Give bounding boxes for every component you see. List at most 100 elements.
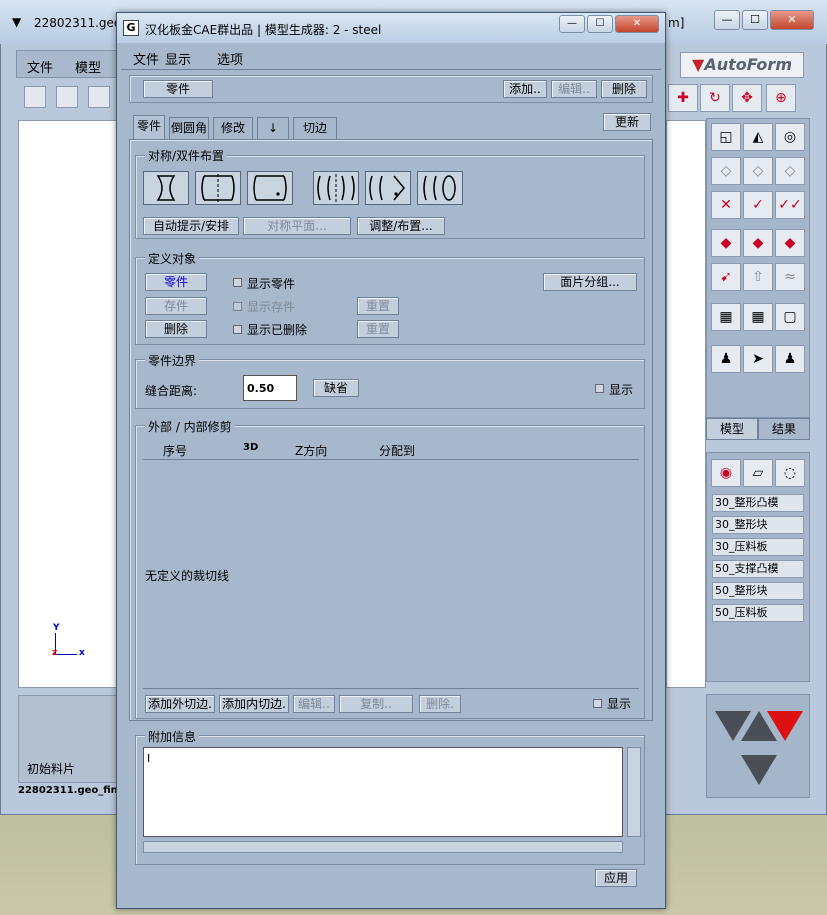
update-button[interactable]: 更新	[603, 113, 651, 131]
app-icon: ▼	[12, 15, 22, 29]
face-group-button[interactable]: 面片分组...	[543, 273, 637, 291]
show-remain-label: 显示存件	[247, 300, 296, 314]
mesh-icon[interactable]: ▢	[775, 303, 805, 331]
reset-deleted-button[interactable]: 重置	[357, 320, 399, 338]
nav-down-icon[interactable]	[741, 755, 777, 785]
define-objects-title: 定义对象	[145, 250, 200, 267]
tab-modify[interactable]: 修改	[213, 117, 253, 139]
edit-trim-button[interactable]: 编辑..	[293, 695, 335, 713]
tab-fillet[interactable]: 倒圆角	[169, 117, 209, 139]
surface-icon[interactable]: ◇	[775, 157, 805, 185]
rotate-icon[interactable]: ↻	[700, 84, 730, 112]
vertical-scrollbar[interactable]	[627, 747, 641, 837]
mesh-icon[interactable]: ▦	[711, 303, 741, 331]
list-item[interactable]: 50_压料板	[712, 604, 804, 622]
list-item[interactable]: 30_压料板	[712, 538, 804, 556]
menu-options[interactable]: 选项	[217, 49, 243, 68]
tab-trim[interactable]: 切边	[293, 117, 337, 139]
part-button[interactable]: 零件	[145, 273, 207, 291]
menu-file[interactable]: 文件	[27, 57, 53, 76]
die-icon[interactable]: ◉	[711, 459, 741, 487]
show-part-label: 显示零件	[247, 277, 296, 291]
list-item[interactable]: 50_支撑凸模	[712, 560, 804, 578]
sew-distance-input[interactable]	[243, 375, 297, 401]
trim-show-checkbox[interactable]	[593, 699, 602, 708]
tab-model[interactable]: 模型	[706, 418, 758, 440]
extra-info-textarea[interactable]: I	[143, 747, 623, 837]
tab-down[interactable]: ↓	[257, 117, 289, 139]
tab-part[interactable]: 零件	[133, 115, 165, 139]
tool-icon[interactable]: ➹	[711, 263, 741, 291]
delete-button[interactable]: 删除	[601, 80, 647, 98]
reset-remain-button[interactable]: 重置	[357, 297, 399, 315]
list-item[interactable]: 30_整形凸模	[712, 494, 804, 512]
surface-icon[interactable]: ◇	[743, 157, 773, 185]
nav-right-icon[interactable]	[767, 711, 803, 741]
cylinder-icon[interactable]: ◌	[775, 459, 805, 487]
add-outer-trim-button[interactable]: 添加外切边.	[145, 695, 215, 713]
surface-icon[interactable]: ◱	[711, 123, 741, 151]
surface-icon[interactable]: ◇	[711, 157, 741, 185]
minimize-button[interactable]: —	[714, 10, 740, 30]
minimize-button[interactable]: —	[559, 15, 585, 33]
show-deleted-checkbox[interactable]	[233, 325, 242, 334]
part-icon[interactable]: ◆	[775, 229, 805, 257]
boundary-show-checkbox[interactable]	[595, 384, 604, 393]
person-icon[interactable]: ♟	[711, 345, 741, 373]
view-icon[interactable]: ✚	[668, 84, 698, 112]
axis-icon[interactable]: ⊕	[766, 84, 796, 112]
delete-trim-button[interactable]: 删除.	[419, 695, 461, 713]
axis-x-line-icon	[55, 654, 77, 655]
add-button[interactable]: 添加..	[503, 80, 547, 98]
copy-trim-button[interactable]: 复制..	[339, 695, 413, 713]
maximize-button[interactable]: ☐	[587, 15, 613, 33]
tool-icon[interactable]	[56, 86, 78, 108]
menu-view[interactable]: 显示	[165, 49, 191, 68]
double-part-mirror-icon[interactable]	[417, 171, 463, 205]
object-type-field[interactable]: 零件	[143, 80, 213, 98]
maximize-button[interactable]: ☐	[742, 10, 768, 30]
part-icon[interactable]: ◆	[711, 229, 741, 257]
menu-model[interactable]: 模型	[75, 57, 101, 76]
surface-icon[interactable]: ◎	[775, 123, 805, 151]
add-inner-trim-button[interactable]: 添加内切边.	[219, 695, 289, 713]
list-item[interactable]: 30_整形块	[712, 516, 804, 534]
person-help-icon[interactable]: ♟	[775, 345, 805, 373]
tool-icon[interactable]	[88, 86, 110, 108]
delete-icon[interactable]: ✕	[711, 191, 741, 219]
symmetry-single-icon[interactable]	[143, 171, 189, 205]
tool-icon[interactable]: ⇧	[743, 263, 773, 291]
symmetry-point-icon[interactable]	[247, 171, 293, 205]
horizontal-scrollbar[interactable]	[143, 841, 623, 853]
tab-results[interactable]: 结果	[758, 418, 810, 440]
show-part-checkbox[interactable]	[233, 278, 242, 287]
mesh-icon[interactable]: ▦	[743, 303, 773, 331]
auto-arrange-button[interactable]: 自动提示/安排	[143, 217, 239, 235]
part-icon[interactable]: ◆	[743, 229, 773, 257]
list-item[interactable]: 50_整形块	[712, 582, 804, 600]
adjust-layout-button[interactable]: 调整/布置...	[357, 217, 445, 235]
sheet-icon[interactable]: ▱	[743, 459, 773, 487]
close-button[interactable]: ✕	[615, 15, 659, 33]
menu-file[interactable]: 文件	[133, 49, 159, 68]
check-icon[interactable]: ✓	[743, 191, 773, 219]
cursor-icon[interactable]: ➤	[743, 345, 773, 373]
edit-button[interactable]: 编辑..	[551, 80, 597, 98]
symmetry-half-icon[interactable]	[195, 171, 241, 205]
default-button[interactable]: 缺省	[313, 379, 359, 397]
tool-icon[interactable]: ≈	[775, 263, 805, 291]
show-remain-checkbox[interactable]	[233, 302, 242, 311]
surface-icon[interactable]: ◭	[743, 123, 773, 151]
remain-button[interactable]: 存件	[145, 297, 207, 315]
delete-part-button[interactable]: 删除	[145, 320, 207, 338]
viewport-right	[666, 120, 706, 688]
double-part-point-icon[interactable]	[365, 171, 411, 205]
symmetry-plane-button[interactable]: 对称平面...	[243, 217, 351, 235]
double-part-icon[interactable]	[313, 171, 359, 205]
viewport[interactable]: Y x z	[18, 120, 118, 688]
close-button[interactable]: ✕	[770, 10, 814, 30]
pan-icon[interactable]: ✥	[732, 84, 762, 112]
tool-icon[interactable]	[24, 86, 46, 108]
apply-button[interactable]: 应用	[595, 869, 637, 887]
check-all-icon[interactable]: ✓✓	[775, 191, 805, 219]
